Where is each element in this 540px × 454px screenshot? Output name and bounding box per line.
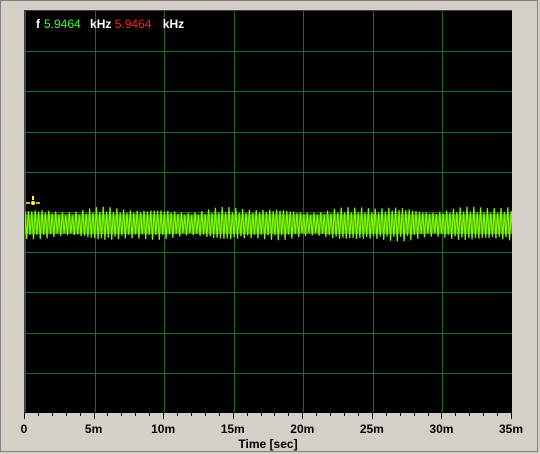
frequency-label: f xyxy=(36,17,40,31)
x-tick-label: 10m xyxy=(151,422,176,436)
x-tick-label: 30m xyxy=(429,422,454,436)
x-tick-label: 0 xyxy=(20,422,28,436)
x-axis-title: Time [sec] xyxy=(238,437,298,451)
x-tick-label: 35m xyxy=(498,422,524,436)
x-tick-label: 5m xyxy=(84,422,103,436)
frequency-readout: f 5.9464 kHz 5.9464 kHz xyxy=(36,17,184,31)
x-tick-label: 25m xyxy=(359,422,384,436)
plot-area[interactable] xyxy=(24,10,512,412)
frequency-value-a: 5.9464 xyxy=(44,17,81,31)
cursor-marker-icon[interactable] xyxy=(26,196,40,210)
frequency-unit-a: kHz xyxy=(90,17,112,31)
x-tick-label: 20m xyxy=(290,422,315,436)
frequency-value-b: 5.9464 xyxy=(114,17,152,31)
x-tick-label: 15m xyxy=(220,422,245,436)
frequency-unit-b: kHz xyxy=(162,17,185,31)
waveform-graph[interactable] xyxy=(25,11,512,412)
waveform-band xyxy=(25,214,512,235)
x-axis: Time [sec] 0 5m 10m 15m 20m 25m 30m 35m xyxy=(20,412,523,454)
